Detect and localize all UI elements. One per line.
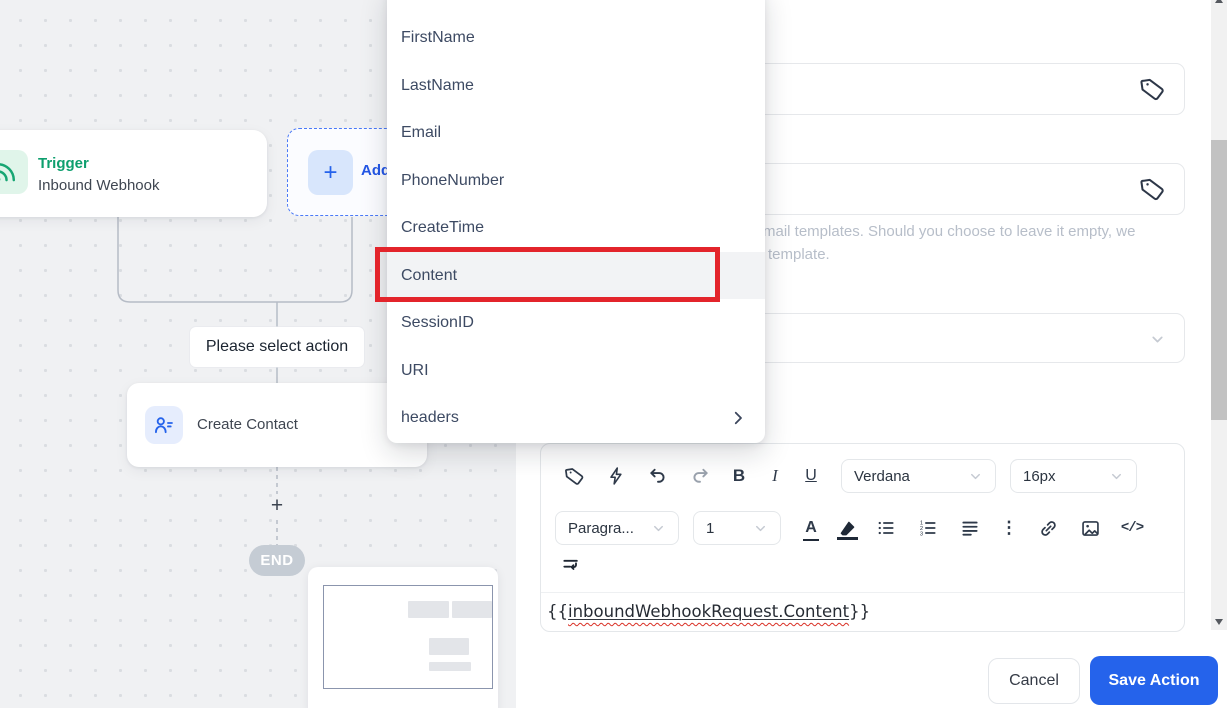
chevron-down-icon <box>1112 473 1121 479</box>
rich-text-editor: B I U Verdana 16px Paragra... 1 A 1 2 3 … <box>540 443 1185 632</box>
template-open-braces: {{ <box>547 602 568 621</box>
align-icon[interactable] <box>951 511 989 545</box>
image-icon[interactable] <box>1071 511 1109 545</box>
template-close-braces: }} <box>849 602 871 621</box>
preview-card[interactable] <box>308 567 498 708</box>
trigger-node-title: Trigger <box>38 155 89 172</box>
scrollbar-up-arrow[interactable] <box>1215 0 1223 3</box>
font-size-value: 16px <box>1023 467 1056 485</box>
more-options-button[interactable]: ⋮ <box>993 511 1025 545</box>
select-action-prompt: Please select action <box>190 327 364 367</box>
redo-icon[interactable] <box>681 459 719 493</box>
helper-text-line1: mail templates. Should you choose to lea… <box>763 223 1136 240</box>
chevron-down-icon <box>654 525 663 531</box>
font-family-select[interactable]: Verdana <box>841 459 996 493</box>
dropdown-item-phonenumber[interactable]: PhoneNumber <box>387 157 765 205</box>
placeholder-bar <box>429 638 469 655</box>
trigger-node[interactable]: Trigger Inbound Webhook <box>0 130 267 217</box>
svg-text:3: 3 <box>920 532 923 538</box>
template-variable: inboundWebhookRequest.Content <box>568 602 850 621</box>
editor-toolbar-row1: B I U Verdana 16px <box>555 456 1137 496</box>
create-contact-node[interactable]: Create Contact <box>127 383 427 467</box>
undo-icon[interactable] <box>639 459 677 493</box>
editor-divider <box>541 592 1184 593</box>
font-size-select[interactable]: 16px <box>1010 459 1137 493</box>
editor-toolbar-row3 <box>555 550 587 580</box>
workflow-builder-app: Trigger Inbound Webhook + Add Please sel… <box>0 0 1227 708</box>
dropdown-item-sessionid[interactable]: SessionID <box>387 299 765 347</box>
line-height-value: 1 <box>706 519 715 537</box>
chevron-right-icon <box>729 409 747 427</box>
scrollbar-down-arrow[interactable] <box>1215 619 1223 625</box>
add-step-label: Add <box>361 162 391 179</box>
chevron-down-icon <box>756 525 765 531</box>
dropdown-item-headers[interactable]: headers <box>387 394 765 442</box>
placeholder-bar <box>452 601 492 618</box>
variable-picker-dropdown: FirstName LastName Email PhoneNumber Cre… <box>387 0 765 443</box>
paragraph-value: Paragra... <box>568 519 634 537</box>
bold-button[interactable]: B <box>723 459 755 493</box>
editor-toolbar-row2: Paragra... 1 A 1 2 3 ⋮ </> <box>555 508 1151 548</box>
scrollbar-thumb[interactable] <box>1211 140 1227 420</box>
tag-icon[interactable] <box>1139 76 1166 103</box>
placeholder-bar <box>429 662 471 671</box>
chevron-down-icon <box>971 473 980 479</box>
helper-text-line2: template. <box>768 246 830 263</box>
create-contact-label: Create Contact <box>197 416 298 433</box>
cancel-button[interactable]: Cancel <box>988 658 1080 704</box>
line-height-select[interactable]: 1 <box>693 511 781 545</box>
text-color-button[interactable]: A <box>795 511 827 545</box>
tag-icon[interactable] <box>1139 176 1166 203</box>
placeholder-bar <box>408 601 449 618</box>
dropdown-item-firstname[interactable]: FirstName <box>387 14 765 62</box>
font-family-value: Verdana <box>854 467 910 485</box>
contact-person-icon <box>145 406 183 444</box>
plus-icon: + <box>308 150 353 195</box>
link-icon[interactable] <box>1029 511 1067 545</box>
ordered-list-icon[interactable]: 1 2 3 <box>909 511 947 545</box>
dropdown-item-uri[interactable]: URI <box>387 347 765 395</box>
line-break-icon[interactable] <box>555 548 587 582</box>
dropdown-item-email[interactable]: Email <box>387 109 765 157</box>
highlight-button[interactable] <box>831 511 863 545</box>
bullet-list-icon[interactable] <box>867 511 905 545</box>
add-step-plus-button[interactable]: + <box>266 495 288 517</box>
paragraph-select[interactable]: Paragra... <box>555 511 679 545</box>
code-view-button[interactable]: </> <box>1113 511 1151 545</box>
tag-icon[interactable] <box>555 459 593 493</box>
scrollbar[interactable] <box>1211 0 1227 630</box>
lightning-icon[interactable] <box>597 459 635 493</box>
dropdown-item-lastname[interactable]: LastName <box>387 62 765 110</box>
dropdown-item-createtime[interactable]: CreateTime <box>387 204 765 252</box>
italic-button[interactable]: I <box>759 459 791 493</box>
save-action-button[interactable]: Save Action <box>1090 656 1218 705</box>
editor-content[interactable]: {{inboundWebhookRequest.Content}} <box>547 602 1176 621</box>
trigger-node-subtitle: Inbound Webhook <box>38 177 160 194</box>
preview-viewport-rect <box>323 585 493 689</box>
dropdown-item-content[interactable]: Content <box>387 251 765 299</box>
underline-button[interactable]: U <box>795 459 827 493</box>
chevron-down-icon <box>1149 331 1166 348</box>
end-node: END <box>249 545 305 576</box>
webhook-signal-icon <box>0 150 28 194</box>
